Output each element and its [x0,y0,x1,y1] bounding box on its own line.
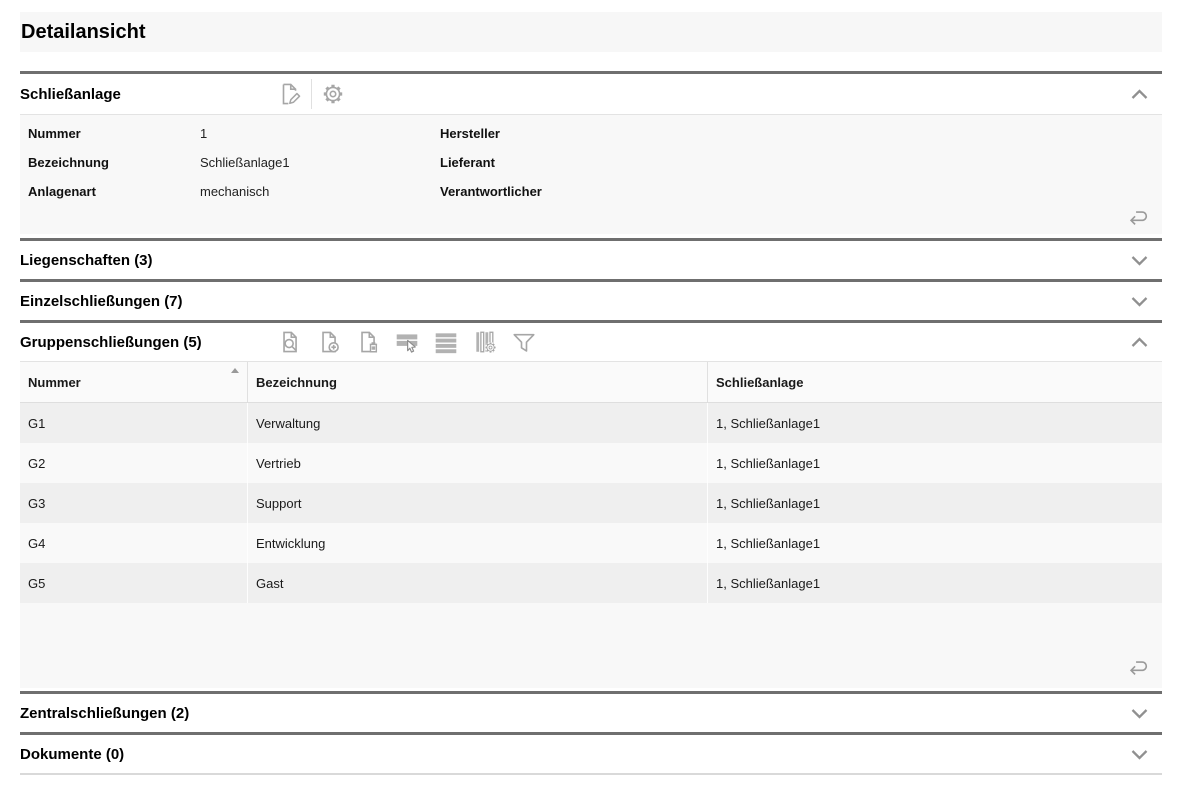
detail-view: Detailansicht Schließanlage Num [20,12,1162,785]
field-label: Lieferant [440,152,640,173]
section-header-dokumente[interactable]: Dokumente (0) [20,735,1162,773]
view-document-icon[interactable] [277,329,303,355]
sort-asc-icon [231,368,239,373]
gruppenschliessungen-table: Nummer Bezeichnung Schließanlage G1Verwalt… [20,362,1162,688]
column-label: Schließanlage [716,375,803,390]
table-header: Nummer Bezeichnung Schließanlage [20,362,1162,403]
field-value: 1 [200,123,440,144]
page-title: Detailansicht [21,21,145,44]
field-label: Verantwortlicher [440,181,640,202]
chevron-down-icon[interactable] [1131,255,1148,266]
table-cell: Support [247,483,707,523]
table-cell: Entwicklung [247,523,707,563]
column-settings-icon[interactable] [472,329,498,355]
table-row[interactable]: G5Gast1, Schließanlage1 [20,563,1162,603]
chevron-down-icon[interactable] [1131,708,1148,719]
column-header-bezeichnung[interactable]: Bezeichnung [247,362,707,402]
section-title: Dokumente (0) [20,746,124,763]
filter-icon[interactable] [511,329,537,355]
table-cell: 1, Schließanlage1 [707,443,1162,483]
table-cell: Gast [247,563,707,603]
table-row[interactable]: G1Verwaltung1, Schließanlage1 [20,403,1162,443]
field-value [640,181,1162,202]
table-cell: G1 [20,403,247,443]
field-label: Hersteller [440,123,640,144]
table-body: G1Verwaltung1, Schließanlage1G2Vertrieb1… [20,403,1162,603]
schliessanlage-content: Nummer1Hersteller BezeichnungSchließanlag… [20,115,1162,234]
field-value [640,152,1162,173]
undo-icon[interactable] [1126,654,1152,680]
section-title: Zentralschließungen (2) [20,705,189,722]
column-header-nummer[interactable]: Nummer [20,362,247,402]
rows-icon[interactable] [433,329,459,355]
table-row[interactable]: G2Vertrieb1, Schließanlage1 [20,443,1162,483]
section-title: Gruppenschließungen (5) [20,334,202,351]
chevron-down-icon[interactable] [1131,296,1148,307]
section-title: Schließanlage [20,86,121,103]
table-row[interactable]: G4Entwicklung1, Schließanlage1 [20,523,1162,563]
table-cell: 1, Schließanlage1 [707,403,1162,443]
table-cell: Vertrieb [247,443,707,483]
field-label: Bezeichnung [28,152,200,173]
section-title: Einzelschließungen (7) [20,293,183,310]
section-header-gruppenschliessungen[interactable]: Gruppenschließungen (5) [20,323,1162,361]
section-header-schliessanlage[interactable]: Schließanlage [20,74,1162,114]
table-cell: G2 [20,443,247,483]
schliessanlage-fields: Nummer1Hersteller BezeichnungSchließanlag… [20,123,1162,202]
add-document-icon[interactable] [316,329,342,355]
table-cell: G4 [20,523,247,563]
column-label: Bezeichnung [256,375,337,390]
field-label: Anlagenart [28,181,200,202]
settings-gear-icon[interactable] [320,81,346,107]
gruppenschliessungen-footer [20,603,1162,688]
page-title-bar: Detailansicht [20,12,1162,52]
column-header-schließanlage[interactable]: Schließanlage [707,362,1162,402]
section-title: Liegenschaften (3) [20,252,153,269]
table-row[interactable]: G3Support1, Schließanlage1 [20,483,1162,523]
delete-document-icon[interactable] [355,329,381,355]
table-cell: G5 [20,563,247,603]
section-header-liegenschaften[interactable]: Liegenschaften (3) [20,241,1162,279]
table-cell: 1, Schließanlage1 [707,563,1162,603]
field-value: mechanisch [200,181,440,202]
edit-document-icon[interactable] [277,81,303,107]
gruppenschliessungen-toolbar [277,323,537,361]
chevron-up-icon[interactable] [1131,337,1148,348]
field-value [640,123,1162,144]
field-label: Nummer [28,123,200,144]
chevron-up-icon[interactable] [1131,89,1148,100]
schliessanlage-toolbar [277,74,346,114]
section-header-einzelschliessungen[interactable]: Einzelschließungen (7) [20,282,1162,320]
table-cell: 1, Schließanlage1 [707,523,1162,563]
column-label: Nummer [28,375,81,390]
select-row-icon[interactable] [394,329,420,355]
table-cell: Verwaltung [247,403,707,443]
table-cell: 1, Schließanlage1 [707,483,1162,523]
table-cell: G3 [20,483,247,523]
field-value: Schließanlage1 [200,152,440,173]
section-header-zentralschliessungen[interactable]: Zentralschließungen (2) [20,694,1162,732]
chevron-down-icon[interactable] [1131,749,1148,760]
toolbar-divider [311,79,312,109]
undo-icon[interactable] [1126,204,1152,230]
